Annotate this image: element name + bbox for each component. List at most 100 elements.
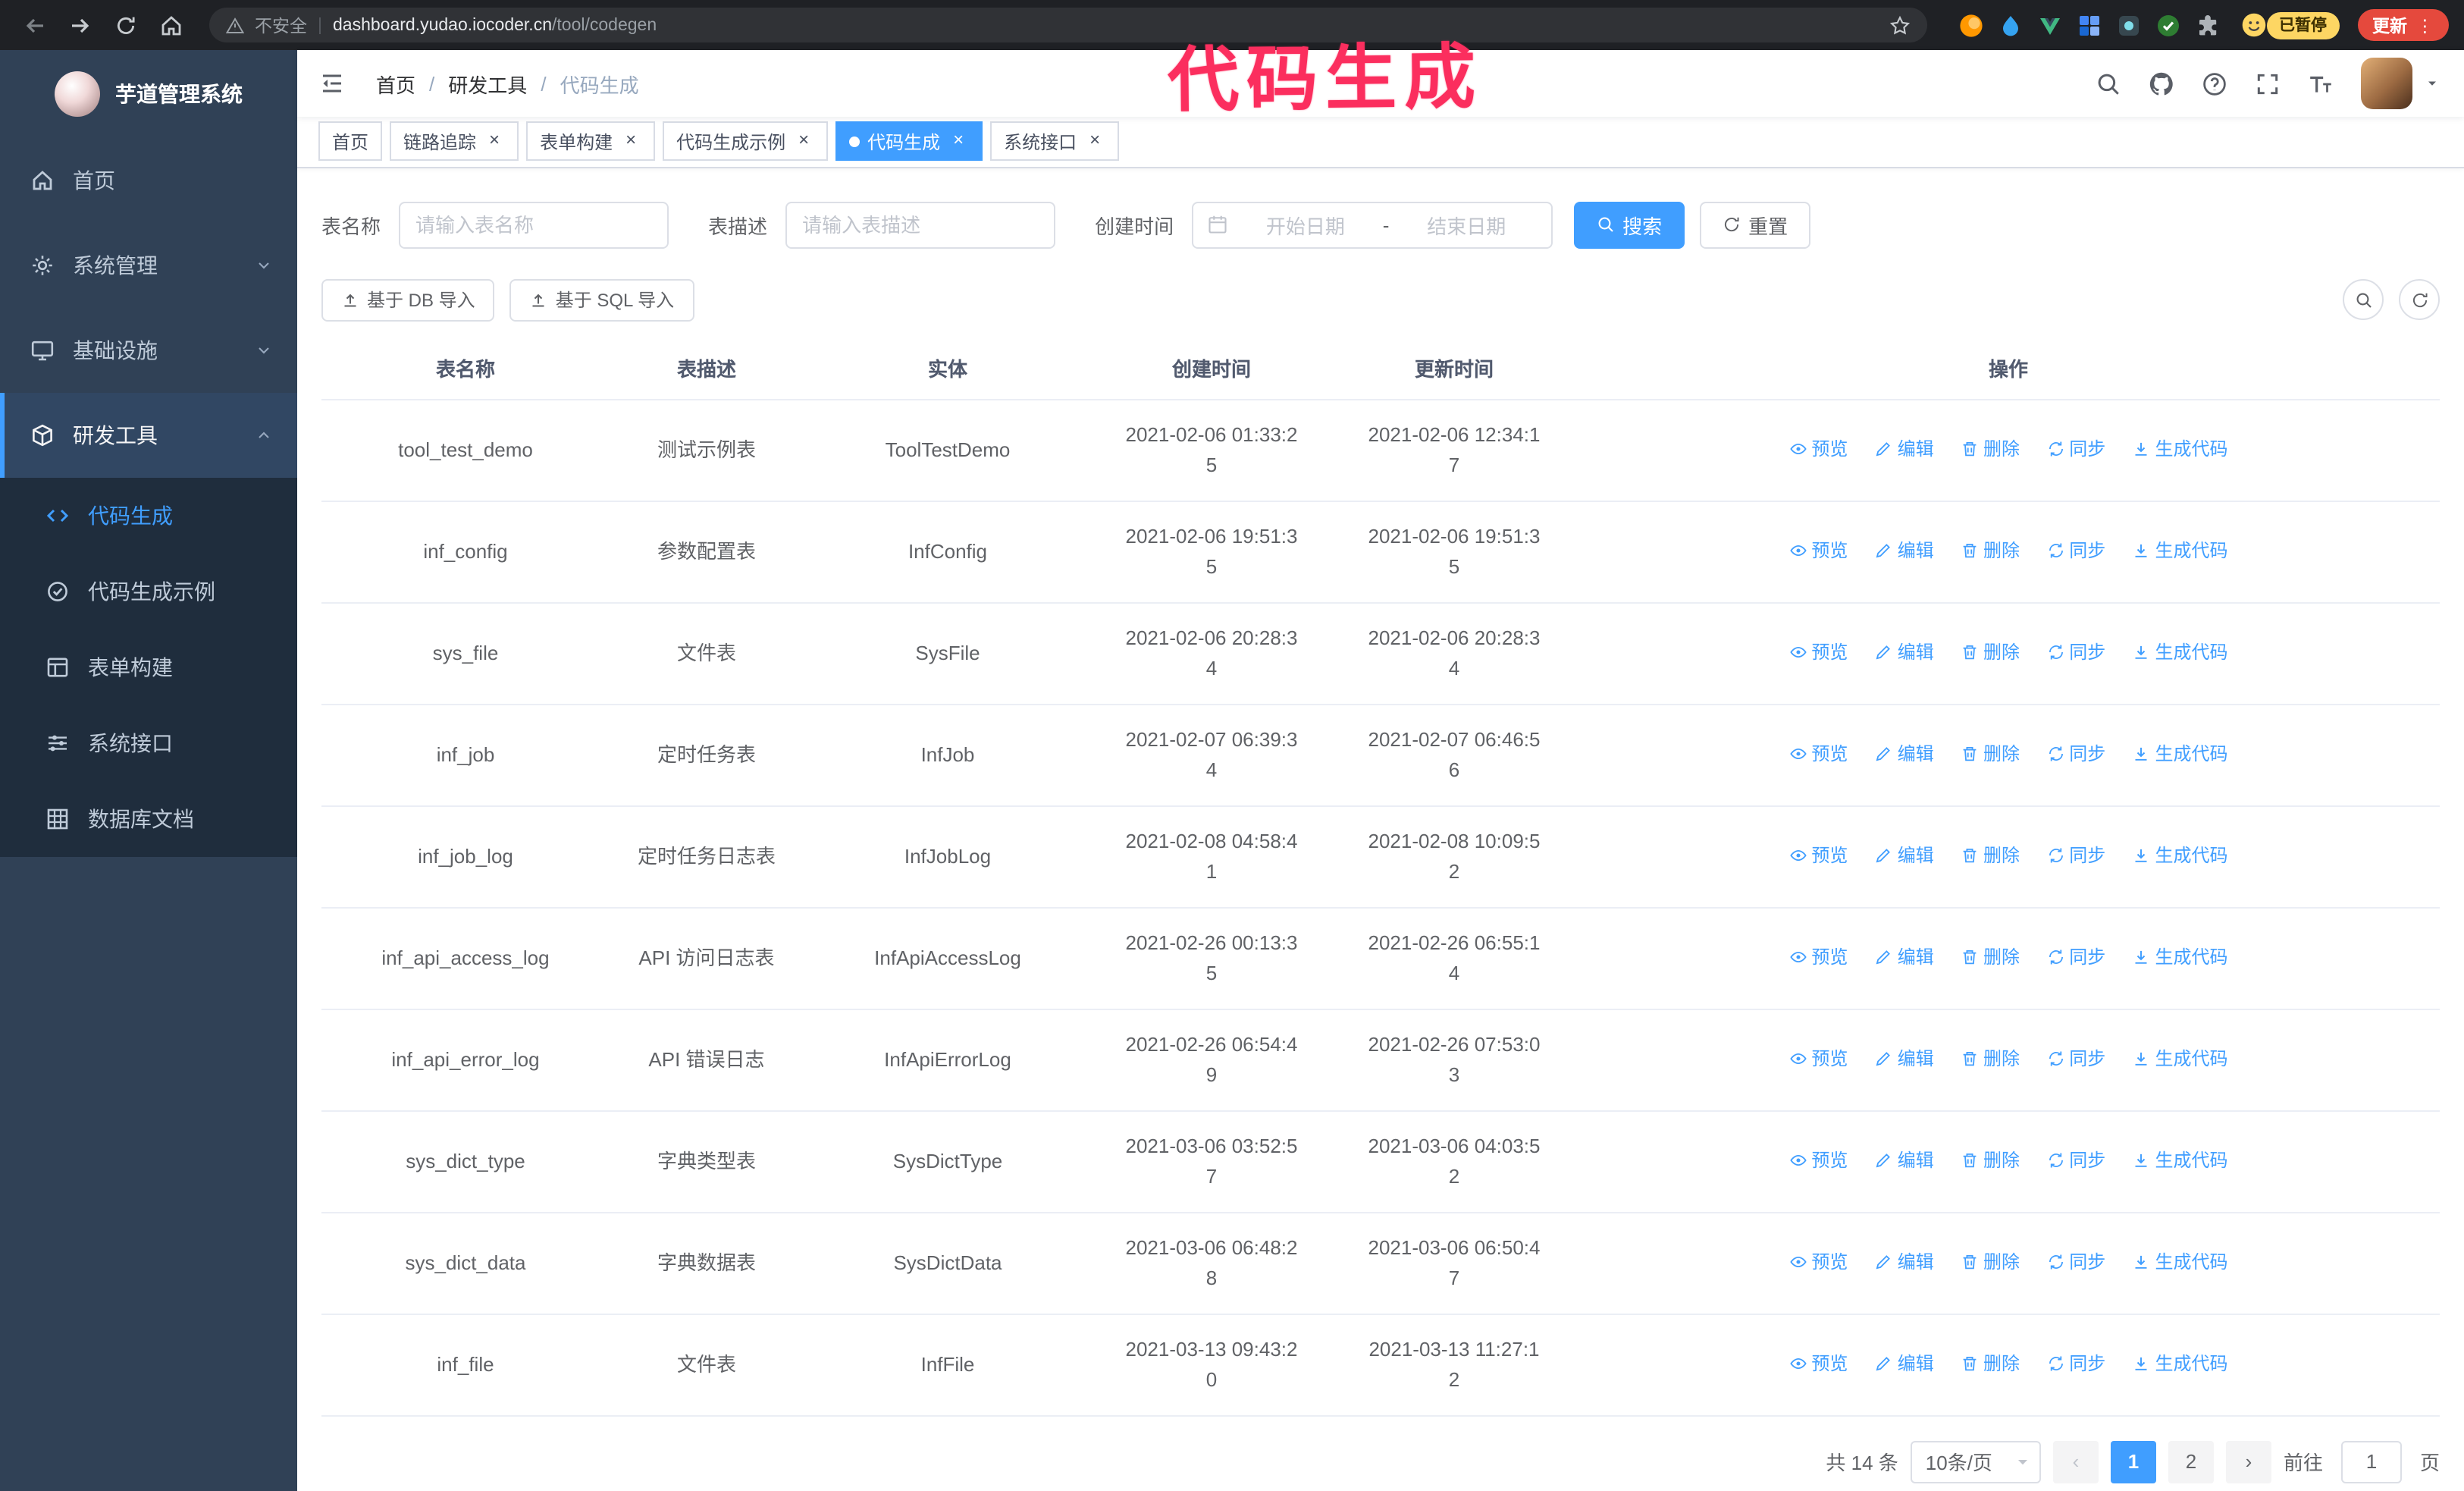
reset-button[interactable]: 重置	[1700, 201, 1811, 249]
page-button-2[interactable]: 2	[2168, 1440, 2214, 1483]
sidebar-item-infrastructure[interactable]: 基础设施	[0, 308, 297, 393]
delete-link[interactable]: 删除	[1961, 1348, 2020, 1378]
orange-extension-icon[interactable]	[1958, 12, 1983, 38]
table-name-input[interactable]	[399, 201, 669, 249]
github-icon[interactable]	[2149, 71, 2174, 96]
edit-link[interactable]: 编辑	[1875, 941, 1934, 972]
delete-link[interactable]: 删除	[1961, 535, 2020, 565]
browser-back-button[interactable]	[15, 5, 55, 45]
generate-code-link[interactable]: 生成代码	[2133, 1144, 2228, 1175]
date-range-picker[interactable]: 开始日期 - 结束日期	[1192, 201, 1553, 249]
tab[interactable]: 链路追踪 ×	[390, 121, 519, 162]
tab-close-icon[interactable]: ×	[1084, 130, 1105, 152]
edit-link[interactable]: 编辑	[1875, 738, 1934, 768]
generate-code-link[interactable]: 生成代码	[2133, 433, 2228, 463]
search-button[interactable]: 搜索	[1574, 201, 1685, 249]
breadcrumb-home[interactable]: 首页	[376, 69, 415, 98]
table-desc-input[interactable]	[785, 201, 1056, 249]
generate-code-link[interactable]: 生成代码	[2133, 636, 2228, 667]
sync-link[interactable]: 同步	[2046, 433, 2105, 463]
extensions-puzzle-icon[interactable]	[2194, 12, 2220, 38]
generate-code-link[interactable]: 生成代码	[2133, 738, 2228, 768]
browser-reload-button[interactable]	[106, 5, 146, 45]
preview-link[interactable]: 预览	[1788, 840, 1848, 870]
tab[interactable]: 系统接口 ×	[990, 121, 1120, 162]
tab[interactable]: 代码生成 ×	[835, 121, 983, 162]
next-page-button[interactable]: ›	[2225, 1440, 2271, 1483]
sync-link[interactable]: 同步	[2046, 1246, 2105, 1276]
toggle-search-button[interactable]	[2343, 279, 2384, 321]
generate-code-link[interactable]: 生成代码	[2133, 840, 2228, 870]
delete-link[interactable]: 删除	[1961, 941, 2020, 972]
green-check-extension-icon[interactable]	[2155, 12, 2180, 38]
tab-close-icon[interactable]: ×	[620, 130, 641, 152]
sync-link[interactable]: 同步	[2046, 535, 2105, 565]
breadcrumb-dev-tools[interactable]: 研发工具	[448, 69, 527, 98]
tab[interactable]: 表单构建 ×	[526, 121, 656, 162]
preview-link[interactable]: 预览	[1788, 1246, 1848, 1276]
generate-code-link[interactable]: 生成代码	[2133, 1043, 2228, 1073]
preview-link[interactable]: 预览	[1788, 1348, 1848, 1378]
font-size-icon[interactable]	[2308, 71, 2334, 96]
vue-devtools-extension-icon[interactable]	[2036, 12, 2062, 38]
drop-extension-icon[interactable]	[1997, 12, 2023, 38]
sync-link[interactable]: 同步	[2046, 738, 2105, 768]
sync-link[interactable]: 同步	[2046, 1348, 2105, 1378]
preview-link[interactable]: 预览	[1788, 738, 1848, 768]
edit-link[interactable]: 编辑	[1875, 1246, 1934, 1276]
preview-link[interactable]: 预览	[1788, 636, 1848, 667]
preview-link[interactable]: 预览	[1788, 941, 1848, 972]
browser-menu-icon[interactable]: ⋮	[2416, 14, 2434, 36]
import-db-button[interactable]: 基于 DB 导入	[321, 278, 495, 322]
sidebar-item-form-builder[interactable]: 表单构建	[0, 629, 297, 705]
browser-home-button[interactable]	[152, 5, 191, 45]
browser-forward-button[interactable]	[61, 5, 100, 45]
sync-link[interactable]: 同步	[2046, 941, 2105, 972]
edit-link[interactable]: 编辑	[1875, 1348, 1934, 1378]
edit-link[interactable]: 编辑	[1875, 636, 1934, 667]
prev-page-button[interactable]: ‹	[2052, 1440, 2099, 1483]
browser-profile-avatar[interactable]	[2241, 12, 2267, 38]
import-sql-button[interactable]: 基于 SQL 导入	[509, 278, 694, 322]
tab-close-icon[interactable]: ×	[484, 130, 505, 152]
edit-link[interactable]: 编辑	[1875, 535, 1934, 565]
delete-link[interactable]: 删除	[1961, 1144, 2020, 1175]
sync-link[interactable]: 同步	[2046, 636, 2105, 667]
tab-close-icon[interactable]: ×	[793, 130, 814, 152]
preview-link[interactable]: 预览	[1788, 535, 1848, 565]
sidebar-item-code-generation[interactable]: 代码生成	[0, 478, 297, 554]
sidebar-item-dev-tools[interactable]: 研发工具	[0, 393, 297, 478]
dark-extension-icon[interactable]	[2115, 12, 2141, 38]
fullscreen-icon[interactable]	[2255, 71, 2281, 96]
help-icon[interactable]	[2202, 71, 2227, 96]
generate-code-link[interactable]: 生成代码	[2133, 1246, 2228, 1276]
sync-link[interactable]: 同步	[2046, 1043, 2105, 1073]
delete-link[interactable]: 删除	[1961, 1043, 2020, 1073]
page-button-1[interactable]: 1	[2110, 1440, 2156, 1483]
app-logo[interactable]: 芋道管理系统	[0, 50, 297, 138]
grid-extension-icon[interactable]	[2076, 12, 2102, 38]
edit-link[interactable]: 编辑	[1875, 433, 1934, 463]
delete-link[interactable]: 删除	[1961, 433, 2020, 463]
generate-code-link[interactable]: 生成代码	[2133, 535, 2228, 565]
preview-link[interactable]: 预览	[1788, 433, 1848, 463]
address-bar[interactable]: 不安全 | dashboard.yudao.iocoder.cn/tool/co…	[209, 8, 1927, 42]
sync-link[interactable]: 同步	[2046, 1144, 2105, 1175]
preview-link[interactable]: 预览	[1788, 1144, 1848, 1175]
delete-link[interactable]: 删除	[1961, 840, 2020, 870]
sidebar-item-system-api[interactable]: 系统接口	[0, 705, 297, 781]
preview-link[interactable]: 预览	[1788, 1043, 1848, 1073]
browser-update-button[interactable]: 更新 ⋮	[2357, 9, 2449, 41]
delete-link[interactable]: 删除	[1961, 1246, 2020, 1276]
delete-link[interactable]: 删除	[1961, 738, 2020, 768]
delete-link[interactable]: 删除	[1961, 636, 2020, 667]
tab[interactable]: 代码生成示例 ×	[663, 121, 829, 162]
bookmark-star-icon[interactable]	[1889, 14, 1911, 36]
edit-link[interactable]: 编辑	[1875, 1144, 1934, 1175]
tab-close-icon[interactable]: ×	[948, 130, 969, 152]
sidebar-item-home[interactable]: 首页	[0, 138, 297, 223]
search-icon[interactable]	[2096, 71, 2121, 96]
hamburger-icon[interactable]	[297, 50, 367, 117]
caret-down-icon[interactable]	[2425, 76, 2440, 91]
tab[interactable]: 首页	[318, 121, 383, 162]
